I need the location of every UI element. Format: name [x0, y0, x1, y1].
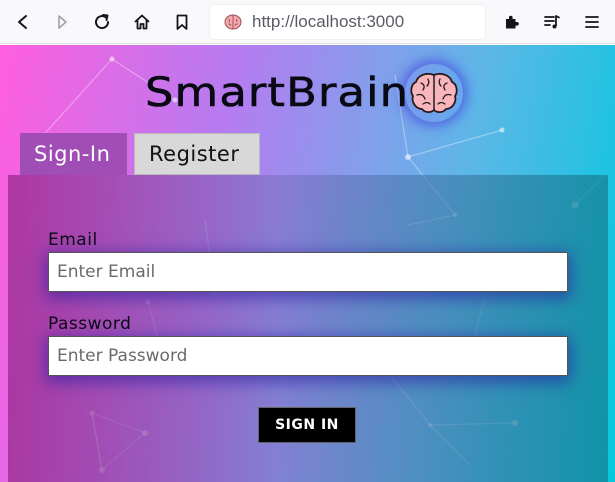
media-queue-icon: [544, 15, 560, 29]
site-favicon-brain-icon: [224, 14, 242, 30]
brand-header: SmartBrain: [145, 63, 463, 123]
sign-in-form: Email Password SIGN IN: [8, 175, 608, 482]
auth-tabs: Sign-In Register: [20, 133, 260, 175]
email-label: Email: [48, 230, 98, 250]
forward-icon: [58, 15, 67, 29]
bookmark-button[interactable]: [168, 8, 196, 36]
address-bar[interactable]: http://localhost:3000: [210, 5, 485, 39]
tab-register[interactable]: Register: [134, 133, 260, 175]
media-queue-button[interactable]: [538, 8, 566, 36]
extensions-icon: [506, 15, 519, 29]
browser-toolbar: http://localhost:3000: [0, 0, 615, 44]
brain-logo: [404, 64, 463, 122]
home-icon: [134, 14, 150, 30]
email-input[interactable]: [48, 252, 568, 292]
back-icon: [18, 15, 27, 29]
tab-sign-in[interactable]: Sign-In: [20, 133, 127, 175]
home-button[interactable]: [128, 8, 156, 36]
app-title: SmartBrain: [145, 70, 410, 117]
back-button[interactable]: [9, 8, 37, 36]
sign-in-button[interactable]: SIGN IN: [258, 407, 356, 443]
bookmark-icon: [176, 14, 188, 30]
brain-icon: [410, 72, 458, 114]
menu-button[interactable]: [578, 8, 606, 36]
password-input[interactable]: [48, 336, 568, 376]
url-text: http://localhost:3000: [252, 12, 405, 31]
reload-icon: [95, 14, 110, 30]
forward-button[interactable]: [48, 8, 76, 36]
password-label: Password: [48, 314, 132, 334]
extensions-button[interactable]: [498, 8, 526, 36]
reload-button[interactable]: [88, 8, 116, 36]
menu-icon: [585, 16, 599, 28]
page-viewport: SmartBrain Sign-In Register Email Passwo…: [0, 45, 615, 482]
